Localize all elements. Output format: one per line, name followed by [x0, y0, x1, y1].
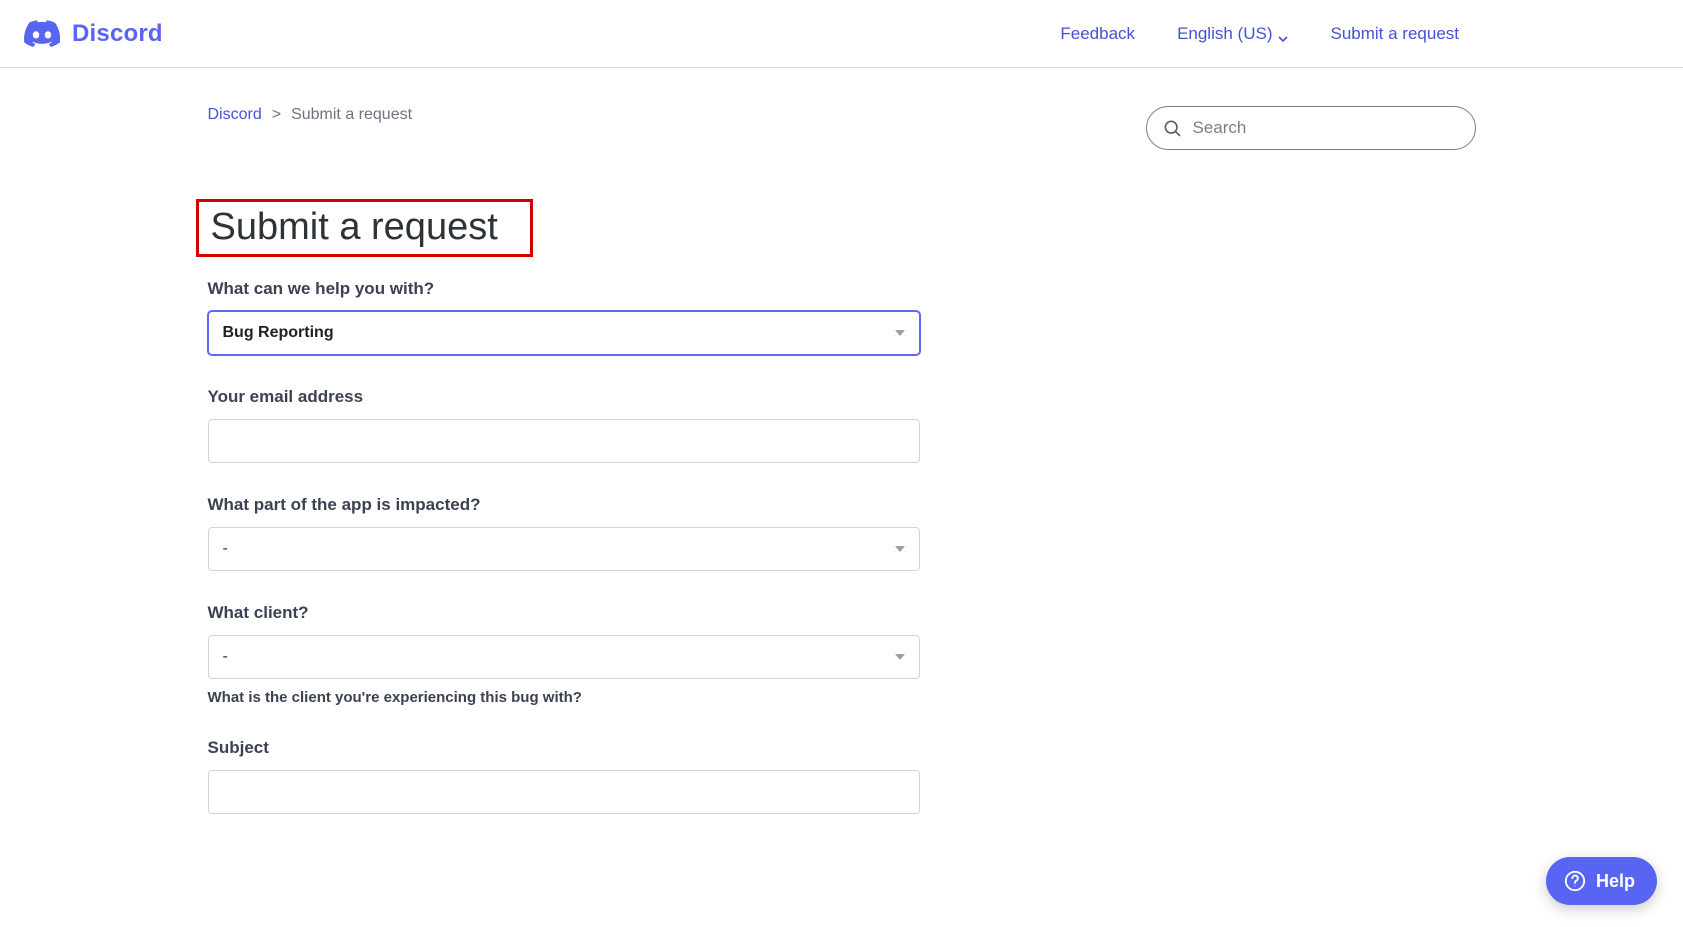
select-client-value: -: [223, 648, 228, 666]
search-icon: [1162, 118, 1182, 138]
caret-down-icon: [895, 330, 905, 336]
page-header: Discord Feedback English (US) Submit a r…: [0, 0, 1683, 68]
search-wrap: [1146, 106, 1476, 150]
label-impacted-part: What part of the app is impacted?: [208, 495, 920, 515]
breadcrumb: Discord > Submit a request: [208, 106, 413, 124]
search-input[interactable]: [1146, 106, 1476, 150]
breadcrumb-current: Submit a request: [291, 106, 412, 124]
brand-name: Discord: [72, 20, 163, 48]
field-subject: Subject: [208, 738, 920, 814]
caret-down-icon: [895, 654, 905, 660]
select-client[interactable]: -: [208, 635, 920, 679]
subheader: Discord > Submit a request: [184, 68, 1500, 150]
field-email: Your email address: [208, 387, 920, 463]
nav-submit-request[interactable]: Submit a request: [1330, 24, 1459, 44]
chevron-down-icon: [1278, 29, 1288, 39]
select-help-topic-value: Bug Reporting: [223, 324, 334, 342]
field-impacted-part: What part of the app is impacted? -: [208, 495, 920, 571]
breadcrumb-separator: >: [272, 106, 281, 124]
help-icon: [1564, 870, 1586, 892]
discord-icon: [24, 20, 60, 48]
select-impacted-part-value: -: [223, 540, 228, 558]
field-help-topic: What can we help you with? Bug Reporting: [208, 279, 920, 355]
help-fab[interactable]: Help: [1546, 857, 1657, 905]
label-client: What client?: [208, 603, 920, 623]
nav-feedback-label: Feedback: [1060, 24, 1135, 44]
email-input[interactable]: [208, 419, 920, 463]
select-help-topic[interactable]: Bug Reporting: [208, 311, 920, 355]
label-help-topic: What can we help you with?: [208, 279, 920, 299]
breadcrumb-root[interactable]: Discord: [208, 106, 262, 124]
language-selector[interactable]: English (US): [1177, 24, 1288, 44]
label-subject: Subject: [208, 738, 920, 758]
help-client: What is the client you're experiencing t…: [208, 689, 920, 706]
request-form: What can we help you with? Bug Reporting…: [208, 279, 920, 814]
subject-input[interactable]: [208, 770, 920, 814]
field-client: What client? - What is the client you're…: [208, 603, 920, 706]
language-label: English (US): [1177, 24, 1272, 44]
nav-submit-label: Submit a request: [1330, 24, 1459, 44]
page-title: Submit a request: [196, 199, 533, 257]
help-fab-label: Help: [1596, 871, 1635, 892]
brand-logo-link[interactable]: Discord: [24, 20, 163, 48]
label-email: Your email address: [208, 387, 920, 407]
main-content: Submit a request What can we help you wi…: [184, 150, 1500, 906]
nav-feedback[interactable]: Feedback: [1060, 24, 1135, 44]
caret-down-icon: [895, 546, 905, 552]
page-title-wrap: Submit a request: [208, 206, 533, 249]
top-nav: Feedback English (US) Submit a request: [1060, 24, 1659, 44]
select-impacted-part[interactable]: -: [208, 527, 920, 571]
